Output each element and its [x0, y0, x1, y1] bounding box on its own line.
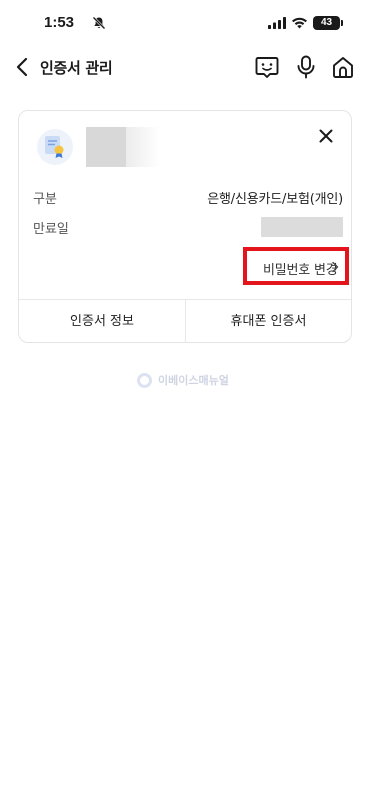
- phone-certificate-button[interactable]: 휴대폰 인증서: [185, 300, 351, 343]
- certificate-info-button[interactable]: 인증서 정보: [19, 300, 185, 343]
- cellular-signal-icon: [268, 17, 286, 29]
- status-bar: 1:53 43: [0, 0, 371, 50]
- page-title: 인증서 관리: [40, 59, 113, 77]
- certificate-name-redacted-fade: [126, 127, 160, 167]
- wifi-icon: [292, 17, 307, 29]
- battery-cap: [341, 20, 343, 26]
- change-password-label: 비밀번호 변경: [263, 263, 338, 278]
- back-arrow-icon[interactable]: [12, 55, 34, 79]
- change-password-button[interactable]: 비밀번호 변경: [243, 247, 349, 285]
- certificate-icon: [37, 129, 73, 165]
- type-label: 구분: [33, 192, 57, 207]
- status-time: 1:53: [44, 14, 75, 31]
- microphone-icon[interactable]: [292, 53, 320, 81]
- expiry-value-redacted: [261, 217, 343, 237]
- close-icon[interactable]: [315, 125, 337, 147]
- expiry-label: 만료일: [33, 222, 69, 237]
- app-header: 인증서 관리: [0, 50, 371, 84]
- certificate-name-redacted: [86, 127, 126, 167]
- watermark-text: 이베이스매뉴얼: [158, 374, 229, 387]
- chevron-right-icon: [332, 261, 339, 273]
- watermark-logo-icon: [137, 373, 152, 388]
- bell-slash-icon: [92, 16, 106, 30]
- card-footer: 인증서 정보 휴대폰 인증서: [19, 299, 351, 343]
- home-icon[interactable]: [329, 53, 357, 81]
- chatbot-icon[interactable]: [253, 53, 281, 81]
- type-value: 은행/신용카드/보험(개인): [207, 192, 343, 207]
- certificate-card: 구분 은행/신용카드/보험(개인) 만료일 비밀번호 변경 인증서 정보 휴대폰…: [18, 110, 352, 343]
- battery-icon: 43: [313, 16, 340, 30]
